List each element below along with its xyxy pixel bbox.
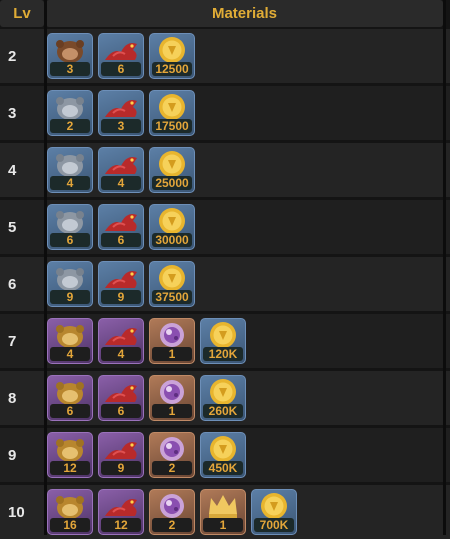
material-slot[interactable]: 9 (98, 432, 144, 478)
material-count: 9 (50, 290, 90, 304)
material-count: 6 (101, 62, 141, 76)
material-slot[interactable]: 6 (47, 375, 93, 421)
materials-list: 4 4 25000 (47, 147, 195, 193)
material-count: 2 (152, 518, 192, 532)
level-label: 5 (8, 218, 17, 236)
material-slot[interactable]: 12500 (149, 33, 195, 79)
material-slot[interactable]: 4 (47, 318, 93, 364)
material-count: 2 (50, 119, 90, 133)
material-count: 260K (203, 404, 243, 418)
material-slot[interactable]: 6 (98, 33, 144, 79)
material-count: 12 (101, 518, 141, 532)
material-count: 6 (101, 233, 141, 247)
materials-list: 6 6 1 260K (47, 375, 246, 421)
material-slot[interactable]: 700K (251, 489, 297, 535)
table-row: 8 6 6 1 260K (0, 371, 450, 425)
material-count: 1 (152, 347, 192, 361)
level-label: 10 (8, 503, 25, 521)
level-label: 2 (8, 47, 17, 65)
materials-list: 6 6 30000 (47, 204, 195, 250)
material-slot[interactable]: 4 (98, 147, 144, 193)
material-count: 2 (152, 461, 192, 475)
material-count: 6 (50, 404, 90, 418)
table-row: 7 4 4 1 120K (0, 314, 450, 368)
table-row: 9 12 9 2 450K (0, 428, 450, 482)
material-count: 3 (101, 119, 141, 133)
material-count: 450K (203, 461, 243, 475)
material-slot[interactable]: 6 (98, 375, 144, 421)
level-label: 9 (8, 446, 17, 464)
material-count: 4 (101, 347, 141, 361)
table-row: 10 16 12 2 1 700K (0, 485, 450, 539)
level-label: 6 (8, 275, 17, 293)
column-divider (44, 0, 47, 535)
materials-list: 12 9 2 450K (47, 432, 246, 478)
material-slot[interactable]: 2 (149, 489, 195, 535)
table-row: 4 4 4 25000 (0, 143, 450, 197)
material-slot[interactable]: 450K (200, 432, 246, 478)
material-slot[interactable]: 260K (200, 375, 246, 421)
material-count: 6 (101, 404, 141, 418)
material-slot[interactable]: 6 (47, 204, 93, 250)
materials-list: 3 6 12500 (47, 33, 195, 79)
table-row: 2 3 6 12500 (0, 29, 450, 83)
material-count: 9 (101, 461, 141, 475)
material-slot[interactable]: 120K (200, 318, 246, 364)
materials-column-header: Materials (46, 0, 443, 27)
material-slot[interactable]: 30000 (149, 204, 195, 250)
level-label: 3 (8, 104, 17, 122)
materials-list: 16 12 2 1 700K (47, 489, 297, 535)
material-slot[interactable]: 17500 (149, 90, 195, 136)
lv-column-header: Lv (0, 0, 44, 27)
material-count: 4 (101, 176, 141, 190)
material-count: 4 (50, 347, 90, 361)
material-count: 12500 (152, 62, 192, 76)
material-slot[interactable]: 3 (47, 33, 93, 79)
material-slot[interactable]: 1 (200, 489, 246, 535)
material-count: 12 (50, 461, 90, 475)
material-count: 16 (50, 518, 90, 532)
material-count: 3 (50, 62, 90, 76)
material-count: 1 (203, 518, 243, 532)
material-count: 37500 (152, 290, 192, 304)
material-count: 4 (50, 176, 90, 190)
material-count: 30000 (152, 233, 192, 247)
material-count: 6 (50, 233, 90, 247)
table-row: 6 9 9 37500 (0, 257, 450, 311)
table-row: 5 6 6 30000 (0, 200, 450, 254)
material-count: 1 (152, 404, 192, 418)
material-slot[interactable]: 12 (98, 489, 144, 535)
material-slot[interactable]: 12 (47, 432, 93, 478)
material-slot[interactable]: 9 (47, 261, 93, 307)
material-slot[interactable]: 9 (98, 261, 144, 307)
material-slot[interactable]: 16 (47, 489, 93, 535)
level-label: 4 (8, 161, 17, 179)
level-label: 8 (8, 389, 17, 407)
material-slot[interactable]: 1 (149, 375, 195, 421)
materials-list: 2 3 17500 (47, 90, 195, 136)
right-border (443, 0, 446, 535)
material-slot[interactable]: 1 (149, 318, 195, 364)
material-count: 17500 (152, 119, 192, 133)
material-slot[interactable]: 3 (98, 90, 144, 136)
material-slot[interactable]: 2 (47, 90, 93, 136)
material-count: 120K (203, 347, 243, 361)
materials-list: 4 4 1 120K (47, 318, 246, 364)
material-slot[interactable]: 37500 (149, 261, 195, 307)
material-count: 25000 (152, 176, 192, 190)
material-slot[interactable]: 4 (98, 318, 144, 364)
material-slot[interactable]: 2 (149, 432, 195, 478)
material-count: 9 (101, 290, 141, 304)
material-slot[interactable]: 6 (98, 204, 144, 250)
materials-list: 9 9 37500 (47, 261, 195, 307)
upgrade-materials-table: Lv Materials 2 3 6 12500 3 2 3 17500 4 4 4 25000 5 6 6… (0, 0, 450, 539)
table-row: 3 2 3 17500 (0, 86, 450, 140)
material-slot[interactable]: 4 (47, 147, 93, 193)
material-count: 700K (254, 518, 294, 532)
material-slot[interactable]: 25000 (149, 147, 195, 193)
level-label: 7 (8, 332, 17, 350)
